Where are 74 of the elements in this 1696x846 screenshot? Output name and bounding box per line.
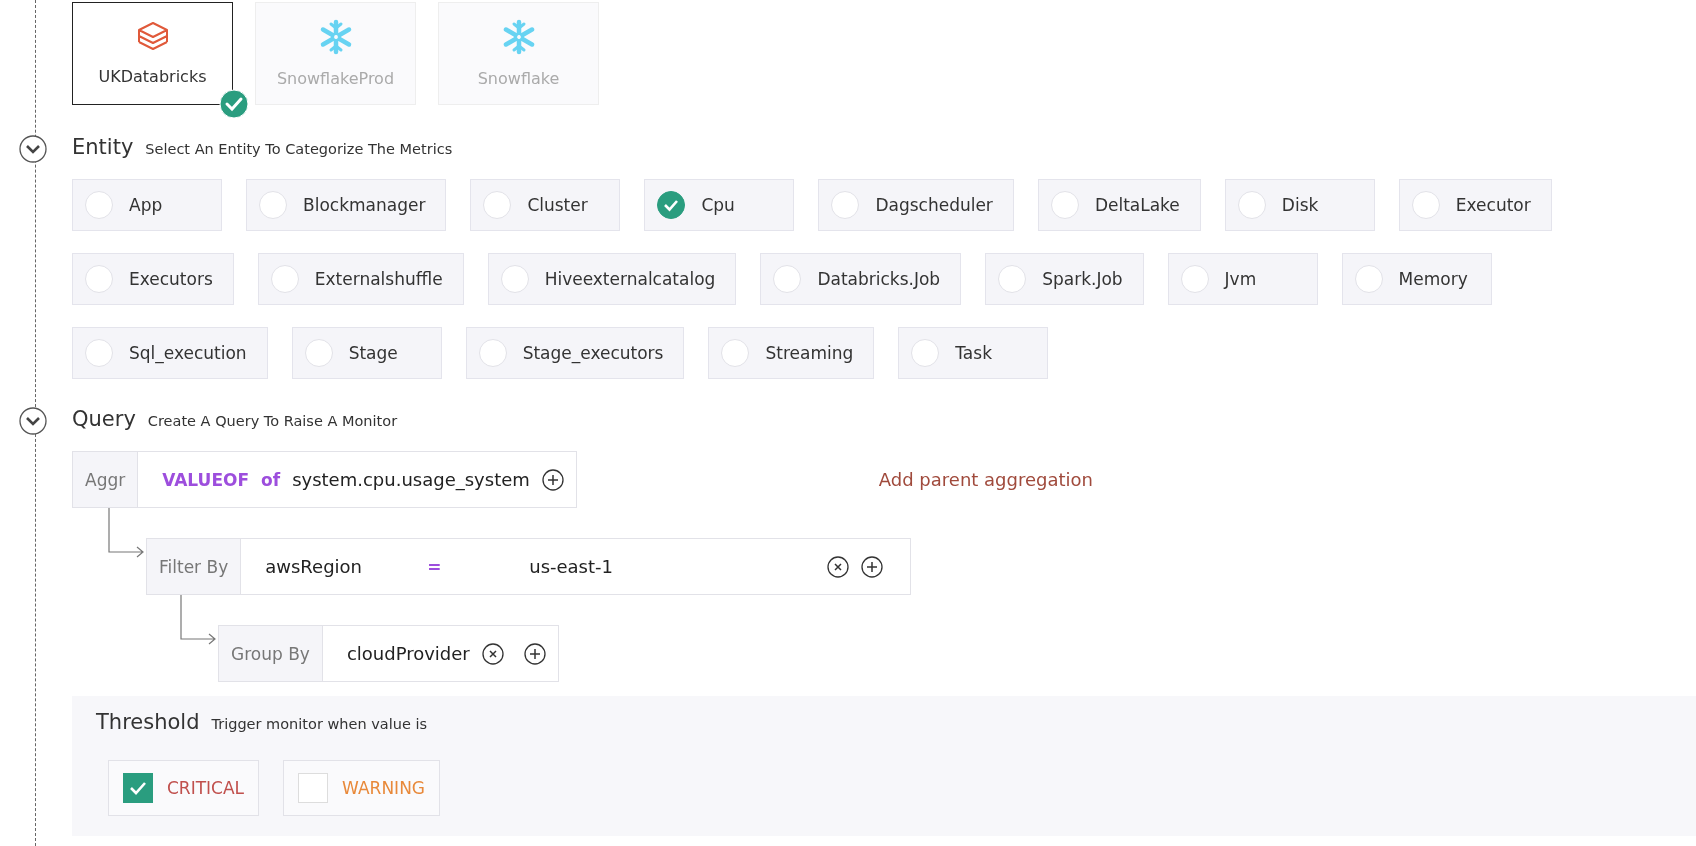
entity-label: Executor — [1455, 195, 1531, 215]
entity-label: Jvm — [1224, 269, 1257, 289]
entity-label: Streaming — [765, 343, 854, 363]
entity-label: Spark.Job — [1042, 269, 1123, 289]
stacked-layers-icon — [135, 21, 170, 53]
threshold-label: CRITICAL — [167, 778, 245, 798]
section-title: Entity — [72, 135, 134, 159]
check-badge-icon — [219, 89, 249, 119]
entity-label: DeltaLake — [1094, 195, 1180, 215]
add-icon[interactable] — [523, 642, 546, 665]
remove-icon[interactable] — [827, 555, 849, 578]
entity-label: App — [129, 195, 163, 215]
section-subtitle: Create A Query To Raise A Monitor — [147, 413, 398, 429]
entity-label: Hiveexternalcatalog — [544, 269, 716, 289]
entity-label: Blockmanager — [303, 195, 426, 215]
entity-option[interactable]: Task — [898, 327, 1049, 379]
entity-option[interactable]: Externalshuffle — [257, 253, 464, 305]
entity-option[interactable]: Jvm — [1167, 253, 1318, 305]
entity-label: Cpu — [701, 195, 735, 215]
entity-label: Sql_execution — [129, 343, 247, 363]
source-card[interactable]: UKDatabricks — [72, 2, 233, 105]
entity-label: Stage_executors — [522, 343, 664, 363]
collapse-chevron-icon[interactable] — [19, 135, 47, 163]
metric-name[interactable]: system.cpu.usage_system — [292, 469, 530, 490]
entity-label: Memory — [1398, 269, 1468, 289]
entity-option[interactable]: Spark.Job — [985, 253, 1144, 305]
entity-option[interactable]: App — [72, 179, 222, 231]
radio-button[interactable] — [657, 191, 686, 219]
group-label: Group By — [219, 626, 323, 681]
entity-option[interactable]: Databricks.Job — [760, 253, 962, 305]
entity-option[interactable]: Stage_executors — [465, 327, 685, 379]
section-subtitle: Trigger monitor when value is — [211, 716, 428, 732]
entity-option[interactable]: Executors — [72, 253, 234, 305]
filter-key[interactable]: awsRegion — [265, 556, 416, 577]
of-keyword: of — [261, 469, 281, 490]
aggregation-function[interactable]: VALUEOF — [162, 469, 250, 490]
entity-option[interactable]: DeltaLake — [1037, 179, 1201, 231]
threshold-option[interactable]: CRITICAL — [108, 760, 260, 816]
entity-option[interactable]: Dagscheduler — [818, 179, 1014, 231]
connector-arrow — [180, 595, 218, 645]
entity-option[interactable]: Executor — [1398, 179, 1552, 231]
threshold-label: WARNING — [342, 778, 426, 798]
collapse-chevron-icon[interactable] — [19, 407, 47, 435]
entity-label: Disk — [1281, 195, 1319, 215]
section-subtitle: Select An Entity To Categorize The Metrics — [145, 141, 453, 157]
add-parent-aggregation-link[interactable]: Add parent aggregation — [878, 469, 1093, 490]
connector-arrow — [108, 508, 146, 558]
entity-label: Task — [955, 343, 992, 363]
add-icon[interactable] — [541, 468, 564, 491]
entity-option[interactable]: Disk — [1224, 179, 1375, 231]
checkbox[interactable] — [123, 773, 153, 803]
entity-option[interactable]: Memory — [1341, 253, 1492, 305]
entity-option[interactable]: Stage — [291, 327, 442, 379]
entity-option[interactable]: Cluster — [470, 179, 621, 231]
aggr-label: Aggr — [73, 452, 139, 507]
entity-label: Externalshuffle — [314, 269, 443, 289]
entity-label: Databricks.Job — [817, 269, 941, 289]
add-icon[interactable] — [861, 555, 883, 578]
entity-label: Executors — [129, 269, 213, 289]
remove-icon[interactable] — [481, 642, 504, 665]
entity-option[interactable]: Sql_execution — [72, 327, 268, 379]
entity-label: Stage — [348, 343, 398, 363]
section-title: Threshold — [96, 710, 200, 734]
entity-option[interactable]: Hiveexternalcatalog — [487, 253, 737, 305]
entity-label: Cluster — [527, 195, 588, 215]
entity-option[interactable]: Cpu — [644, 179, 795, 231]
entity-label: Dagscheduler — [875, 195, 993, 215]
group-value[interactable]: cloudProvider — [346, 643, 470, 664]
filter-label: Filter By — [147, 539, 242, 594]
section-title: Query — [72, 407, 136, 431]
entity-option[interactable]: Streaming — [708, 327, 875, 379]
filter-value[interactable]: us-east-1 — [529, 556, 613, 577]
entity-option[interactable]: Blockmanager — [246, 179, 447, 231]
filter-operator[interactable]: = — [427, 556, 518, 577]
